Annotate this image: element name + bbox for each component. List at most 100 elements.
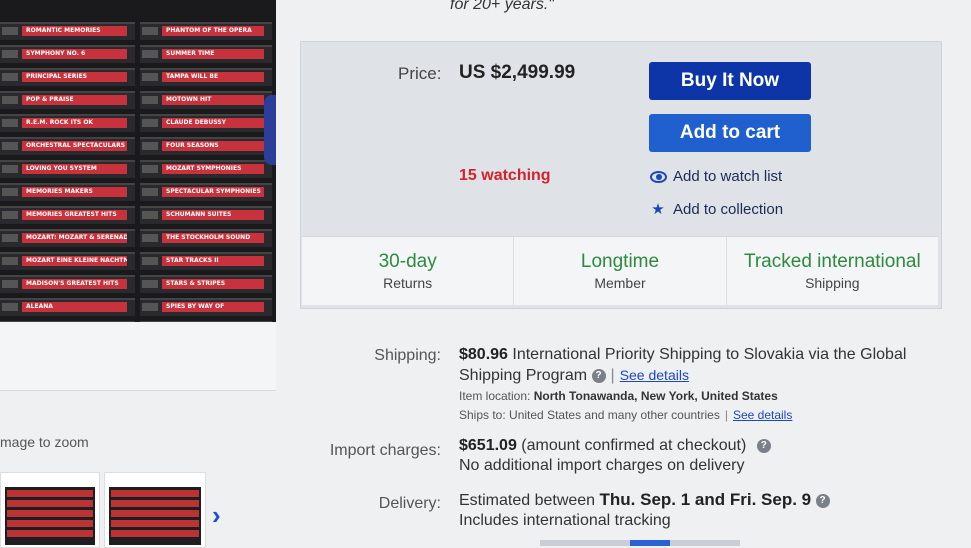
tape-spine: SPECTACULAR SYMPHONIES — [140, 183, 272, 201]
tape-label: TAMPA WILL BE — [162, 72, 264, 82]
ships-to-see-details-link[interactable]: See details — [733, 408, 792, 422]
tape-spine: FOUR SEASONS — [140, 137, 272, 155]
tape-column-right: PHANTOM OF THE OPERA SUMMER TIME TAMPA WIL… — [140, 22, 272, 322]
tape-label: PRINCIPAL SERIES — [22, 72, 127, 82]
tape-spine: MADISON'S GREATEST HITS — [0, 275, 135, 293]
feature-subtitle: Returns — [383, 275, 433, 291]
tape-label: MEMORIES MAKERS — [22, 187, 127, 197]
add-to-collection-label: Add to collection — [673, 201, 784, 218]
tape-label: POP & PRAISE — [22, 95, 127, 105]
watching-count: 15 watching — [459, 167, 551, 184]
thumbnail-1[interactable] — [0, 472, 100, 548]
add-to-collection-link[interactable]: ★ Add to collection — [650, 200, 783, 218]
tape-spine: MOTOWN HIT — [140, 91, 272, 109]
add-to-watch-list-link[interactable]: Add to watch list — [650, 168, 782, 185]
tape-spine: ALEANA — [0, 298, 135, 316]
tape-label: FOUR SEASONS — [162, 141, 264, 151]
tape-spine: MOZART SYMPHONIES — [140, 160, 272, 178]
thumbnail-2[interactable] — [104, 472, 206, 548]
import-charges-line-1: $651.09 (amount confirmed at checkout) ? — [459, 437, 771, 455]
star-icon: ★ — [651, 201, 665, 218]
tape-label: SCHUMANN SUITES — [162, 210, 264, 220]
help-icon[interactable]: ? — [815, 493, 830, 508]
tape-spine: POP & PRAISE — [0, 91, 135, 109]
tape-label: MOZART EINE KLEINE NACHTMUSIK — [22, 256, 127, 266]
delivery-dates: Thu. Sep. 1 and Fri. Sep. 9 — [599, 490, 812, 509]
shipping-cost: $80.96 — [459, 346, 508, 363]
import-charges-label: Import charges: — [329, 442, 441, 459]
feature-title: Longtime — [580, 251, 660, 272]
feature-shipping: Tracked international Shipping — [727, 237, 938, 305]
tape-label: SPECTACULAR SYMPHONIES — [162, 187, 264, 197]
feature-title: 30-day — [378, 251, 437, 272]
image-panel-footer — [0, 322, 276, 391]
item-location-value: North Tonawanda, New York, United States — [533, 389, 778, 403]
tape-label: R.E.M. ROCK ITS OK — [22, 118, 127, 128]
product-image[interactable]: ROMANTIC MEMORIES SYMPHONY NO. 6 PRINCIPAL… — [0, 0, 276, 322]
feature-member: Longtime Member — [514, 237, 727, 305]
ships-to-label: Ships to: — [459, 408, 506, 422]
tape-label: ALEANA — [22, 302, 127, 312]
help-icon[interactable]: ? — [591, 368, 606, 383]
tape-label: ROMANTIC MEMORIES — [22, 26, 127, 36]
shipping-see-details-link[interactable]: See details — [620, 367, 689, 383]
tape-spine: MEMORIES GREATEST HITS — [0, 206, 135, 224]
shipping-line-1: $80.96 International Priority Shipping t… — [459, 346, 906, 364]
tape-spine: R.E.M. ROCK ITS OK — [0, 114, 135, 132]
tape-spine: SPIES BY WAY OF — [140, 298, 272, 316]
tape-spine: MOZART EINE KLEINE NACHTMUSIK — [0, 252, 135, 270]
tape-column-left: ROMANTIC MEMORIES SYMPHONY NO. 6 PRINCIPAL… — [0, 22, 135, 322]
bottom-strip — [540, 540, 740, 546]
import-amount: $651.09 — [459, 437, 517, 454]
price-value: US $2,499.99 — [459, 62, 576, 83]
tape-spine: TAMPA WILL BE — [140, 68, 272, 86]
feature-subtitle: Member — [594, 275, 646, 291]
tape-spine: PRINCIPAL SERIES — [0, 68, 135, 86]
item-location: Item location: North Tonawanda, New York… — [459, 389, 778, 403]
chevron-right-icon[interactable]: › — [212, 500, 221, 531]
import-note: (amount confirmed at checkout) — [521, 437, 747, 454]
tape-label: MOTOWN HIT — [162, 95, 264, 105]
ships-to: Ships to: United States and many other c… — [459, 408, 793, 422]
shipping-label: Shipping: — [374, 347, 441, 364]
shipping-line-2: Shipping Program ? | See details — [459, 367, 689, 384]
delivery-line-1: Estimated between Thu. Sep. 1 and Fri. S… — [459, 490, 830, 510]
price-label: Price: — [398, 64, 442, 83]
tape-label: SPIES BY WAY OF — [162, 302, 264, 312]
tape-label: ORCHESTRAL SPECTACULARS — [22, 141, 127, 151]
item-location-label: Item location: — [459, 389, 531, 403]
tape-spine: STAR TRACKS II — [140, 252, 272, 270]
delivery-prefix: Estimated between — [459, 492, 596, 509]
tape-label: STARS & STRIPES — [162, 279, 264, 289]
tape-spine: STARS & STRIPES — [140, 275, 272, 293]
tape-label: STAR TRACKS II — [162, 256, 264, 266]
zoom-hint: mage to zoom — [0, 434, 89, 450]
tape-spine: SUMMER TIME — [140, 45, 272, 63]
shipping-program: Shipping Program — [459, 367, 588, 384]
tape-spine: THE STOCKHOLM SOUND — [140, 229, 272, 247]
tape-spine: LOVING YOU SYSTEM — [0, 160, 135, 178]
tape-spine: ROMANTIC MEMORIES — [0, 22, 135, 40]
tape-spine: CLAUDE DEBUSSY — [140, 114, 272, 132]
import-charges-line-2: No additional import charges on delivery — [459, 457, 745, 474]
tape-spine: MEMORIES MAKERS — [0, 183, 135, 201]
help-icon[interactable]: ? — [756, 438, 771, 453]
tape-label: MOZART: MOZART & SERENADE — [22, 233, 127, 243]
shipping-method: International Priority Shipping to Slova… — [512, 346, 907, 363]
add-to-cart-button[interactable]: Add to cart — [649, 114, 811, 152]
description-quote: for 20+ years." — [450, 0, 554, 13]
ships-to-value: United States and many other countries — [509, 408, 720, 422]
eye-icon — [650, 168, 667, 185]
delivery-line-2: Includes international tracking — [459, 512, 671, 529]
tape-label: SUMMER TIME — [162, 49, 264, 59]
buy-it-now-button[interactable]: Buy It Now — [649, 62, 811, 100]
image-edge-decoration — [264, 95, 276, 165]
tape-spine: PHANTOM OF THE OPERA — [140, 22, 272, 40]
tape-label: MOZART SYMPHONIES — [162, 164, 264, 174]
add-to-watch-label: Add to watch list — [673, 168, 783, 185]
tape-label: PHANTOM OF THE OPERA — [162, 26, 264, 36]
tape-label: SYMPHONY NO. 6 — [22, 49, 127, 59]
feature-highlights: 30-day Returns Longtime Member Tracked i… — [302, 236, 938, 305]
delivery-label: Delivery: — [378, 495, 441, 512]
feature-subtitle: Shipping — [805, 275, 860, 291]
